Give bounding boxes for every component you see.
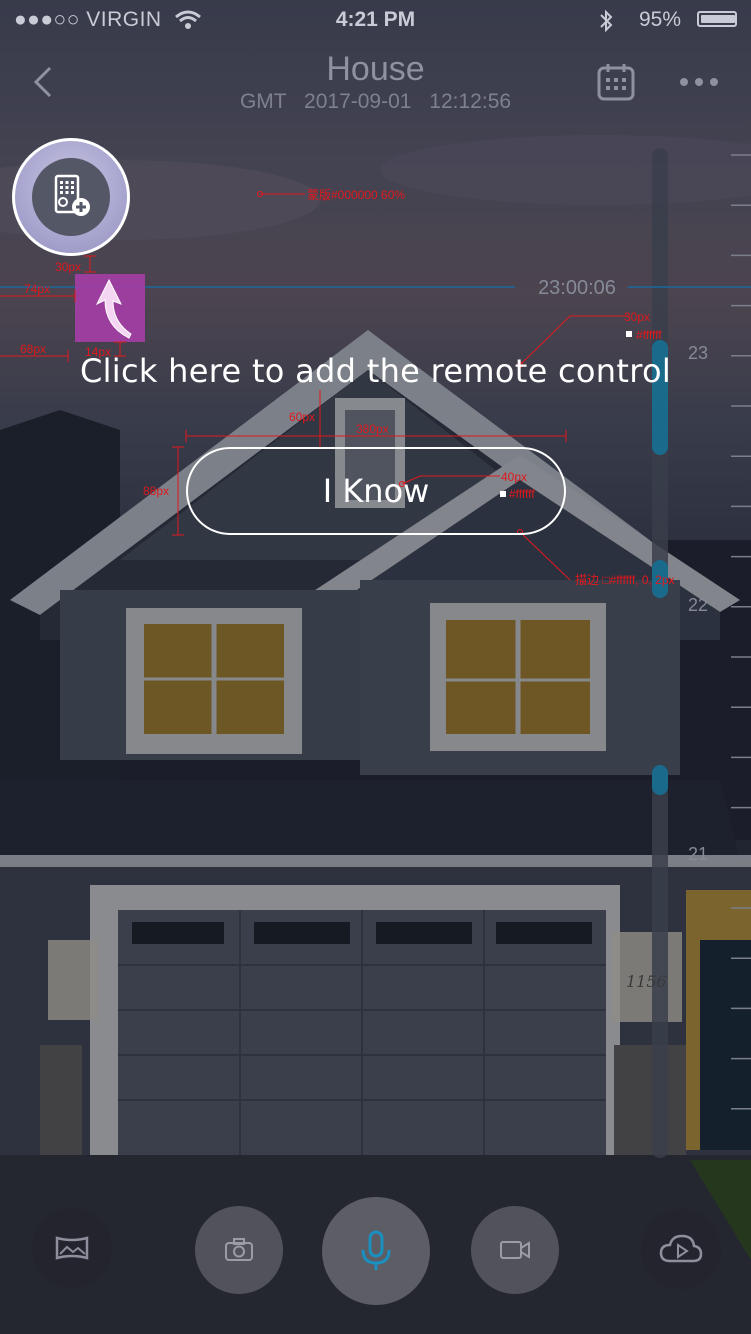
screen: ●●●○○ VIRGIN 4:21 PM 95% House GMT 2017-… xyxy=(0,0,751,1334)
microphone-icon xyxy=(361,1230,391,1270)
annotation-color: #ffffff xyxy=(636,328,662,342)
annotation-gap: 60px xyxy=(289,410,316,424)
annotation-gap: 74px xyxy=(24,282,51,296)
talk-button[interactable] xyxy=(322,1197,430,1305)
i-know-button[interactable]: I Know xyxy=(186,447,566,535)
cloud-play-icon xyxy=(659,1234,703,1263)
snapshot-button[interactable] xyxy=(195,1206,283,1294)
panorama-button[interactable] xyxy=(32,1208,112,1288)
house-number: 1156 xyxy=(626,972,667,991)
cloud-playback-button[interactable] xyxy=(641,1209,721,1289)
annotation-gap: 30px xyxy=(55,260,82,274)
annotation-width: 380px xyxy=(356,422,389,436)
guide-message: Click here to add the remote control xyxy=(79,352,672,390)
camera-icon xyxy=(225,1238,253,1261)
annotation-font: 30px xyxy=(624,310,651,324)
panorama-icon xyxy=(55,1236,89,1260)
annotation-border: 描边 □#ffffff, 0, 2px xyxy=(575,573,675,587)
video-icon xyxy=(500,1241,530,1259)
record-button[interactable] xyxy=(471,1206,559,1294)
annotation-mask: 蒙版#000000 60% xyxy=(307,188,406,202)
annotation-height: 88px xyxy=(143,484,170,498)
